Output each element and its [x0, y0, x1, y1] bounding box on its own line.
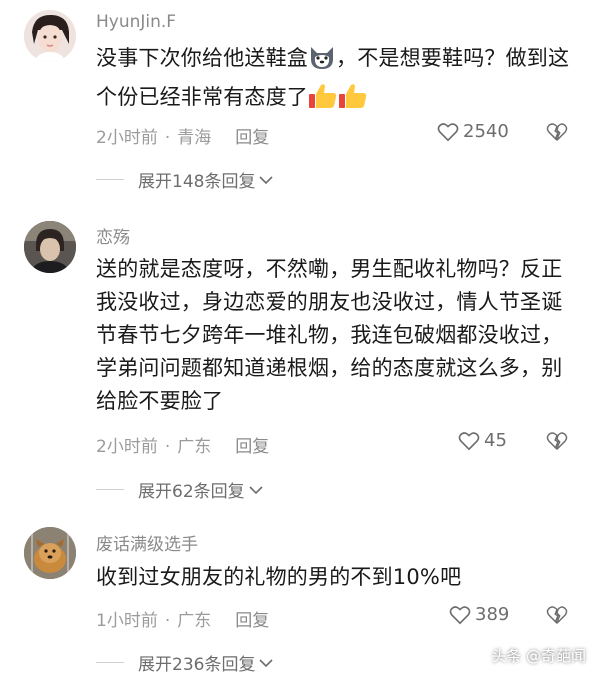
comment-item: 恋殇 送的就是态度呀，不然嘞，男生配收礼物吗？反正我没收过，身边恋爱的朋友也没收… — [0, 200, 600, 510]
comment-item: HyunJin.F 没事下次你给他送鞋盒 ，不是想要鞋吗？做到这个份已经非常有态度… — [0, 0, 600, 200]
separator-dot: · — [164, 437, 171, 457]
timestamp: 1小时前 — [96, 611, 158, 631]
dislike-button[interactable] — [546, 431, 568, 455]
chevron-down-icon — [259, 658, 274, 667]
heart-outline-icon — [449, 605, 471, 624]
expand-replies-button[interactable]: 展开62条回复 — [96, 477, 263, 502]
reply-button[interactable]: 回复 — [235, 437, 269, 457]
reply-button[interactable]: 回复 — [235, 128, 269, 148]
comment-text: 收到过女朋友的礼物的男的不到10%吧 — [96, 565, 462, 589]
expand-label: 展开62条回复 — [138, 482, 245, 502]
like-button[interactable]: 389 — [449, 604, 509, 625]
comment-text: 送的就是态度呀，不然嘞，男生配收礼物吗？反正我没收过，身边恋爱的朋友也没收过，情… — [96, 257, 563, 413]
avatar[interactable] — [24, 527, 76, 579]
divider — [96, 662, 124, 663]
thumbs-up-emoji — [338, 82, 368, 120]
thumbs-up-emoji — [308, 82, 338, 120]
avatar[interactable] — [24, 221, 76, 273]
like-count: 45 — [484, 430, 507, 451]
comment-meta: 2小时前 · 青海 回复 — [96, 123, 269, 148]
username[interactable]: HyunJin.F — [96, 12, 176, 32]
divider — [96, 489, 124, 490]
reply-button[interactable]: 回复 — [235, 611, 269, 631]
broken-heart-icon — [546, 606, 568, 625]
comment-text: 没事下次你给他送鞋盒 ，不是想要鞋吗？做到这个份已经非常有态度了 — [96, 42, 582, 120]
comment-text-part: 没事下次你给他送鞋盒 — [96, 46, 308, 70]
expand-replies-button[interactable]: 展开148条回复 — [96, 167, 274, 192]
username[interactable]: 废话满级选手 — [96, 530, 198, 555]
avatar[interactable] — [24, 10, 76, 62]
separator-dot: · — [164, 128, 171, 148]
timestamp: 2小时前 — [96, 437, 158, 457]
location: 青海 — [177, 128, 212, 148]
location: 广东 — [177, 611, 212, 631]
comment-meta: 1小时前 · 广东 回复 — [96, 606, 269, 631]
expand-replies-button[interactable]: 展开236条回复 — [96, 650, 274, 675]
like-count: 2540 — [463, 121, 509, 142]
like-button[interactable]: 45 — [458, 430, 507, 451]
broken-heart-icon — [546, 123, 568, 142]
dog-face-emoji — [308, 43, 336, 81]
like-count: 389 — [475, 604, 510, 625]
chevron-down-icon — [249, 485, 263, 494]
separator-dot: · — [164, 611, 171, 631]
dislike-button[interactable] — [546, 605, 568, 629]
timestamp: 2小时前 — [96, 128, 158, 148]
dislike-button[interactable] — [546, 122, 568, 146]
chevron-down-icon — [259, 175, 274, 184]
heart-outline-icon — [437, 122, 459, 141]
location: 广东 — [177, 437, 212, 457]
watermark: 头条 @奇葩闻 — [491, 647, 586, 665]
heart-outline-icon — [458, 431, 480, 450]
expand-label: 展开148条回复 — [138, 172, 256, 192]
divider — [96, 179, 124, 180]
like-button[interactable]: 2540 — [437, 121, 509, 142]
comment-meta: 2小时前 · 广东 回复 — [96, 432, 269, 457]
expand-label: 展开236条回复 — [138, 655, 256, 675]
username[interactable]: 恋殇 — [96, 223, 130, 248]
broken-heart-icon — [546, 432, 568, 451]
